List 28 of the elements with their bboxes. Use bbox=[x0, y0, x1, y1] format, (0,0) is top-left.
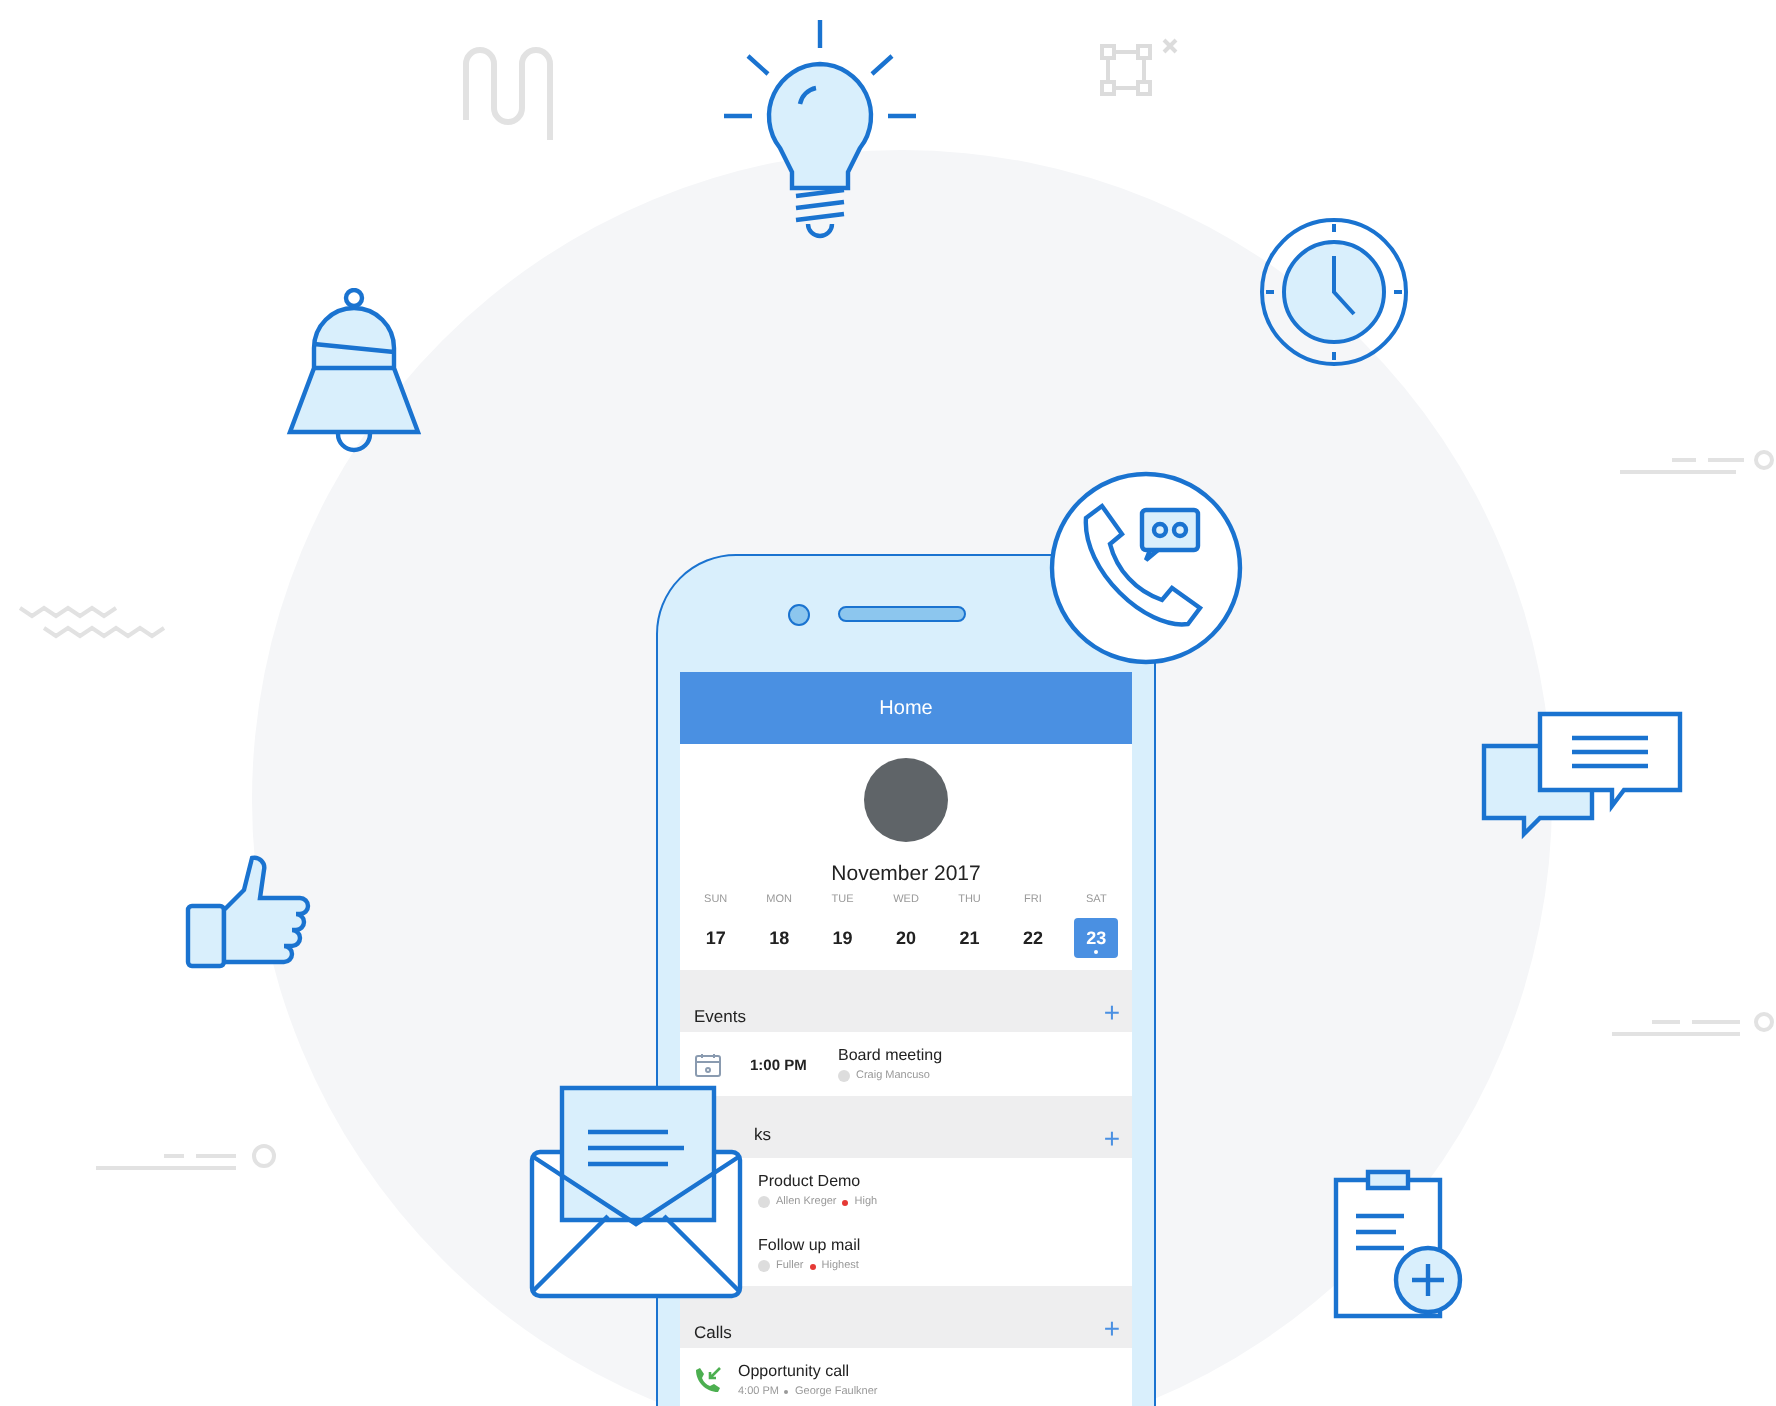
lightbulb-icon bbox=[720, 16, 920, 240]
date-cell[interactable]: 17 bbox=[693, 918, 738, 958]
call-title: Opportunity call bbox=[738, 1362, 852, 1380]
date-cell[interactable]: 22 bbox=[1010, 918, 1055, 958]
camera-dot bbox=[787, 603, 809, 625]
separator-dot bbox=[784, 1390, 789, 1394]
dash-line-icon bbox=[92, 1140, 280, 1176]
avatar-dot bbox=[838, 1070, 850, 1082]
avatar-placeholder bbox=[864, 758, 948, 842]
header-title: Home bbox=[879, 697, 933, 719]
task-title: Follow up mail bbox=[758, 1236, 861, 1254]
section-title: Calls bbox=[694, 1322, 732, 1342]
date-cell[interactable]: 19 bbox=[820, 918, 865, 958]
bell-icon bbox=[284, 288, 424, 456]
speaker-slot bbox=[837, 606, 965, 622]
clock-icon bbox=[1258, 216, 1410, 368]
date-cell[interactable]: 18 bbox=[757, 918, 802, 958]
date-cell[interactable]: 21 bbox=[947, 918, 992, 958]
avatar-dot bbox=[758, 1196, 770, 1208]
event-title: Board meeting bbox=[838, 1046, 943, 1064]
incoming-call-icon bbox=[694, 1366, 722, 1394]
section-title: Events bbox=[694, 1006, 746, 1026]
avatar-dot bbox=[758, 1260, 770, 1272]
calendar-icon bbox=[694, 1051, 722, 1077]
month-label: November 2017 bbox=[831, 862, 981, 886]
date-cell[interactable]: 20 bbox=[884, 918, 929, 958]
task-title: Product Demo bbox=[758, 1172, 863, 1190]
section-title: ks bbox=[754, 1124, 771, 1144]
